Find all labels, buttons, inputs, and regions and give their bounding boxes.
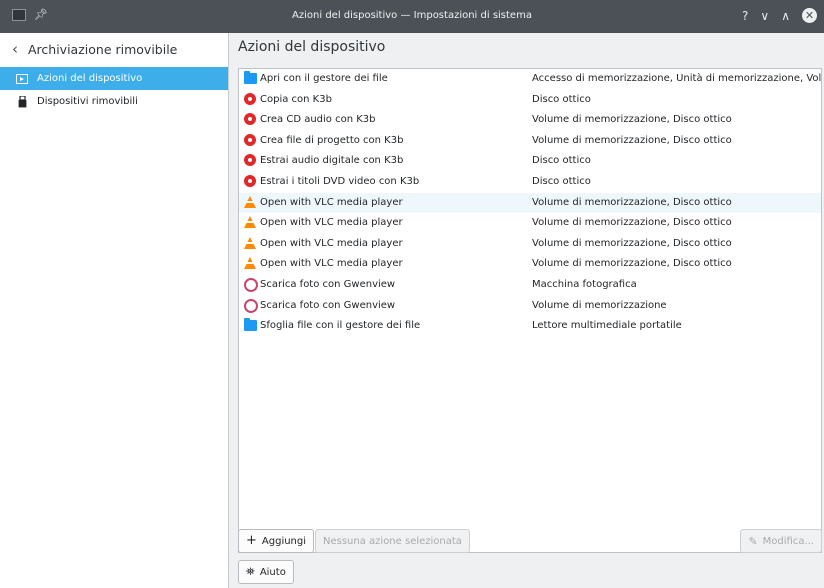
action-name: Copia con K3b: [260, 93, 332, 105]
help-icon[interactable]: ?: [742, 9, 748, 23]
window-title: Azioni del dispositivo — Impostazioni di…: [292, 10, 532, 21]
action-name: Open with VLC media player: [260, 196, 403, 208]
edit-button-label: Modifica...: [762, 535, 814, 547]
device-actions-icon: [16, 73, 28, 84]
folder-icon: [244, 71, 257, 85]
vlc-icon: [244, 195, 257, 209]
back-button[interactable]: ‹ Archiviazione rimovibile: [12, 41, 177, 57]
k3b-icon: [244, 154, 257, 167]
main-panel: Azioni del dispositivo Apri con il gesto…: [229, 33, 824, 588]
sidebar-item-label: Dispositivi rimovibili: [37, 96, 138, 107]
no-action-selected-button[interactable]: Nessuna azione selezionata: [315, 529, 470, 553]
vlc-icon: [244, 236, 257, 250]
action-name: Sfoglia file con il gestore dei file: [260, 320, 421, 332]
no-action-label: Nessuna azione selezionata: [323, 535, 462, 547]
action-device-types: Volume di memorizzazione: [532, 299, 667, 311]
table-row[interactable]: Estrai audio digitale con K3b Disco ottic…: [239, 151, 821, 172]
action-device-types: Disco ottico: [532, 93, 591, 105]
help-button[interactable]: ⛯ Aiuto: [238, 560, 294, 584]
help-button-label: Aiuto: [259, 566, 286, 578]
folder-icon: [244, 318, 257, 332]
table-row[interactable]: Open with VLC media player Volume di memo…: [239, 192, 821, 214]
action-name: Open with VLC media player: [260, 217, 403, 229]
action-device-types: Lettore multimediale portatile: [532, 320, 682, 332]
table-row[interactable]: Scarica foto con Gwenview Macchina fotogr…: [239, 275, 821, 296]
action-name: Apri con il gestore dei file: [260, 73, 388, 84]
table-row[interactable]: Open with VLC media player Volume di memo…: [239, 234, 821, 255]
titlebar-controls: ? ∨ ∧ ✕: [742, 8, 817, 23]
action-device-types: Volume di memorizzazione, Disco ottico: [532, 134, 732, 146]
sidebar-item-removable-devices[interactable]: Dispositivi rimovibili: [0, 90, 228, 113]
action-device-types: Macchina fotografica: [532, 278, 637, 290]
vlc-icon: [244, 257, 257, 270]
action-name: Estrai audio digitale con K3b: [260, 155, 404, 167]
page-title: Azioni del dispositivo: [238, 39, 386, 55]
action-device-types: Volume di memorizzazione, Disco ottico: [532, 258, 732, 270]
sidebar-list: Azioni del dispositivo Dispositivi rimov…: [0, 67, 228, 113]
action-name: Crea CD audio con K3b: [260, 114, 376, 126]
maximize-icon[interactable]: ∧: [781, 9, 790, 23]
minimize-icon[interactable]: ∨: [760, 9, 769, 23]
action-device-types: Volume di memorizzazione, Disco ottico: [532, 114, 732, 126]
add-button[interactable]: + Aggiungi: [238, 529, 315, 553]
plus-icon: +: [246, 533, 257, 548]
action-name: Crea file di progetto con K3b: [260, 134, 404, 146]
table-row[interactable]: Open with VLC media player Volume di memo…: [239, 254, 821, 275]
pencil-icon: ✎: [748, 534, 758, 548]
action-name: Open with VLC media player: [260, 258, 403, 270]
table-row[interactable]: Apri con il gestore dei file Accesso di m…: [239, 69, 821, 90]
action-name: Scarica foto con Gwenview: [260, 278, 396, 290]
table-row[interactable]: Crea CD audio con K3b Volume di memorizza…: [239, 110, 821, 131]
action-name: Scarica foto con Gwenview: [260, 299, 396, 311]
sidebar: ‹ Archiviazione rimovibile Azioni del di…: [0, 33, 229, 588]
vlc-icon: [244, 216, 257, 229]
action-device-types: Volume di memorizzazione, Disco ottico: [532, 217, 732, 229]
action-device-types: Volume di memorizzazione, Disco ottico: [532, 196, 732, 208]
table-row[interactable]: Scarica foto con Gwenview Volume di memor…: [239, 296, 821, 317]
gwenview-icon: [244, 277, 258, 292]
table-row[interactable]: Open with VLC media player Volume di memo…: [239, 213, 821, 234]
table-row[interactable]: Estrai i titoli DVD video con K3b Disco o…: [239, 172, 821, 193]
add-button-label: Aggiungi: [261, 535, 307, 547]
k3b-icon: [244, 92, 257, 106]
usb-drive-icon: [16, 95, 28, 108]
action-name: Open with VLC media player: [260, 237, 403, 249]
chevron-left-icon: ‹: [12, 40, 18, 58]
close-icon[interactable]: ✕: [802, 8, 817, 23]
k3b-icon: [244, 113, 257, 126]
sidebar-item-label: Azioni del dispositivo: [37, 73, 143, 84]
action-device-types: Disco ottico: [532, 155, 591, 167]
action-device-types: Volume di memorizzazione, Disco ottico: [532, 237, 732, 249]
gwenview-icon: [244, 298, 258, 313]
back-label: Archiviazione rimovibile: [28, 41, 178, 57]
window-titlebar: 📌︎ Azioni del dispositivo — Impostazioni…: [0, 0, 824, 33]
k3b-icon: [244, 174, 257, 188]
k3b-icon: [244, 133, 257, 147]
table-row[interactable]: Copia con K3b Disco ottico: [239, 90, 821, 111]
table-row[interactable]: Sfoglia file con il gestore dei file Lett…: [239, 316, 821, 337]
actions-list[interactable]: Apri con il gestore dei file Accesso di m…: [238, 68, 822, 553]
table-row[interactable]: Crea file di progetto con K3b Volume di m…: [239, 131, 821, 152]
action-device-types: Accesso di memorizzazione, Unità di memo…: [532, 73, 821, 84]
action-name: Estrai i titoli DVD video con K3b: [260, 175, 420, 187]
edit-button[interactable]: ✎ Modifica...: [740, 529, 822, 553]
action-device-types: Disco ottico: [532, 175, 591, 187]
sidebar-item-device-actions[interactable]: Azioni del dispositivo: [0, 67, 228, 90]
lifebuoy-icon: ⛯: [246, 565, 255, 578]
